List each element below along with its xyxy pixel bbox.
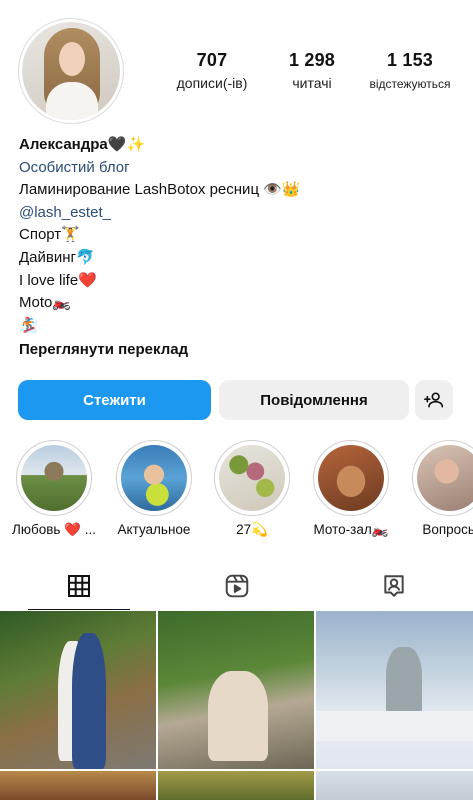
highlight-cover — [318, 445, 384, 511]
grid-icon — [67, 575, 90, 597]
post-thumbnail[interactable] — [316, 771, 473, 800]
story-highlights: Любовь ❤️ ... Актуальное 27💫 Мото-зал🏍️ … — [0, 440, 473, 550]
add-user-icon — [424, 392, 444, 408]
post-thumbnail[interactable] — [158, 611, 314, 769]
highlight-ring — [214, 440, 290, 516]
bio-line-love: I love life❤️ — [19, 271, 97, 289]
highlight-item[interactable]: Вопросы — [405, 440, 473, 537]
stat-posts[interactable]: 707 дописи(-ів) — [160, 50, 264, 91]
message-button[interactable]: Повідомлення — [219, 380, 409, 420]
stat-followers-label: читачі — [292, 75, 332, 91]
stat-following-label: відстежуються — [369, 77, 451, 91]
profile-stats: 707 дописи(-ів) 1 298 читачі 1 153 відст… — [160, 50, 460, 91]
stat-posts-value: 707 — [196, 50, 228, 70]
highlight-label: Актуальное — [117, 522, 191, 537]
stat-posts-label: дописи(-ів) — [176, 75, 248, 91]
profile-tabs — [0, 562, 473, 610]
bio-line-diving: Дайвинг🐬 — [19, 248, 95, 266]
see-translation-link[interactable]: Переглянути переклад — [19, 339, 459, 362]
highlight-ring — [313, 440, 389, 516]
post-thumbnail[interactable] — [0, 771, 156, 800]
tagged-icon — [384, 575, 404, 597]
follow-button[interactable]: Стежити — [18, 380, 211, 420]
highlight-label: 27💫 — [236, 522, 268, 537]
highlight-cover — [121, 445, 187, 511]
profile-name: Александра🖤✨ — [19, 136, 146, 153]
profile-bio: Александра🖤✨ Особистий блог Ламинировани… — [19, 134, 459, 362]
profile-header: 707 дописи(-ів) 1 298 читачі 1 153 відст… — [0, 0, 473, 130]
post-thumbnail[interactable] — [0, 611, 156, 769]
bio-line-moto: Moto🏍️ — [19, 294, 72, 312]
profile-category: Особистий блог — [19, 158, 130, 176]
post-thumbnail[interactable] — [316, 611, 473, 769]
highlight-ring — [16, 440, 92, 516]
highlight-ring — [412, 440, 473, 516]
highlight-item[interactable]: Любовь ❤️ ... — [9, 440, 99, 538]
stat-followers[interactable]: 1 298 читачі — [264, 50, 360, 91]
avatar-image — [22, 22, 120, 120]
reels-icon — [225, 574, 248, 598]
highlight-label: Мото-зал🏍️ — [313, 522, 389, 537]
stat-followers-value: 1 298 — [288, 50, 336, 70]
bio-line-service: Ламинирование LashBotox ресниц 👁️👑 — [19, 181, 301, 199]
tab-tagged[interactable] — [315, 562, 473, 610]
tab-posts[interactable] — [0, 562, 158, 610]
highlight-cover — [21, 445, 87, 511]
highlight-ring — [116, 440, 192, 516]
avatar[interactable] — [18, 18, 124, 124]
post-grid — [0, 611, 473, 800]
bio-line-snowboard: 🏂 — [19, 316, 38, 334]
highlight-item[interactable]: Мото-зал🏍️ — [306, 440, 396, 538]
stat-following[interactable]: 1 153 відстежуються — [360, 50, 460, 91]
stat-following-value: 1 153 — [386, 50, 434, 70]
highlight-cover — [417, 445, 473, 511]
highlight-label: Вопросы — [422, 522, 473, 537]
post-thumbnail[interactable] — [158, 771, 314, 800]
highlight-item[interactable]: Актуальное — [109, 440, 199, 537]
tab-reels[interactable] — [158, 562, 316, 610]
bio-link-handle[interactable]: @lash_estet_ — [19, 202, 459, 225]
highlight-label: Любовь ❤️ ... — [12, 522, 96, 537]
highlight-cover — [219, 445, 285, 511]
highlight-item[interactable]: 27💫 — [207, 440, 297, 538]
bio-line-sport: Спорт🏋️ — [19, 226, 80, 244]
suggest-users-button[interactable] — [415, 380, 453, 420]
